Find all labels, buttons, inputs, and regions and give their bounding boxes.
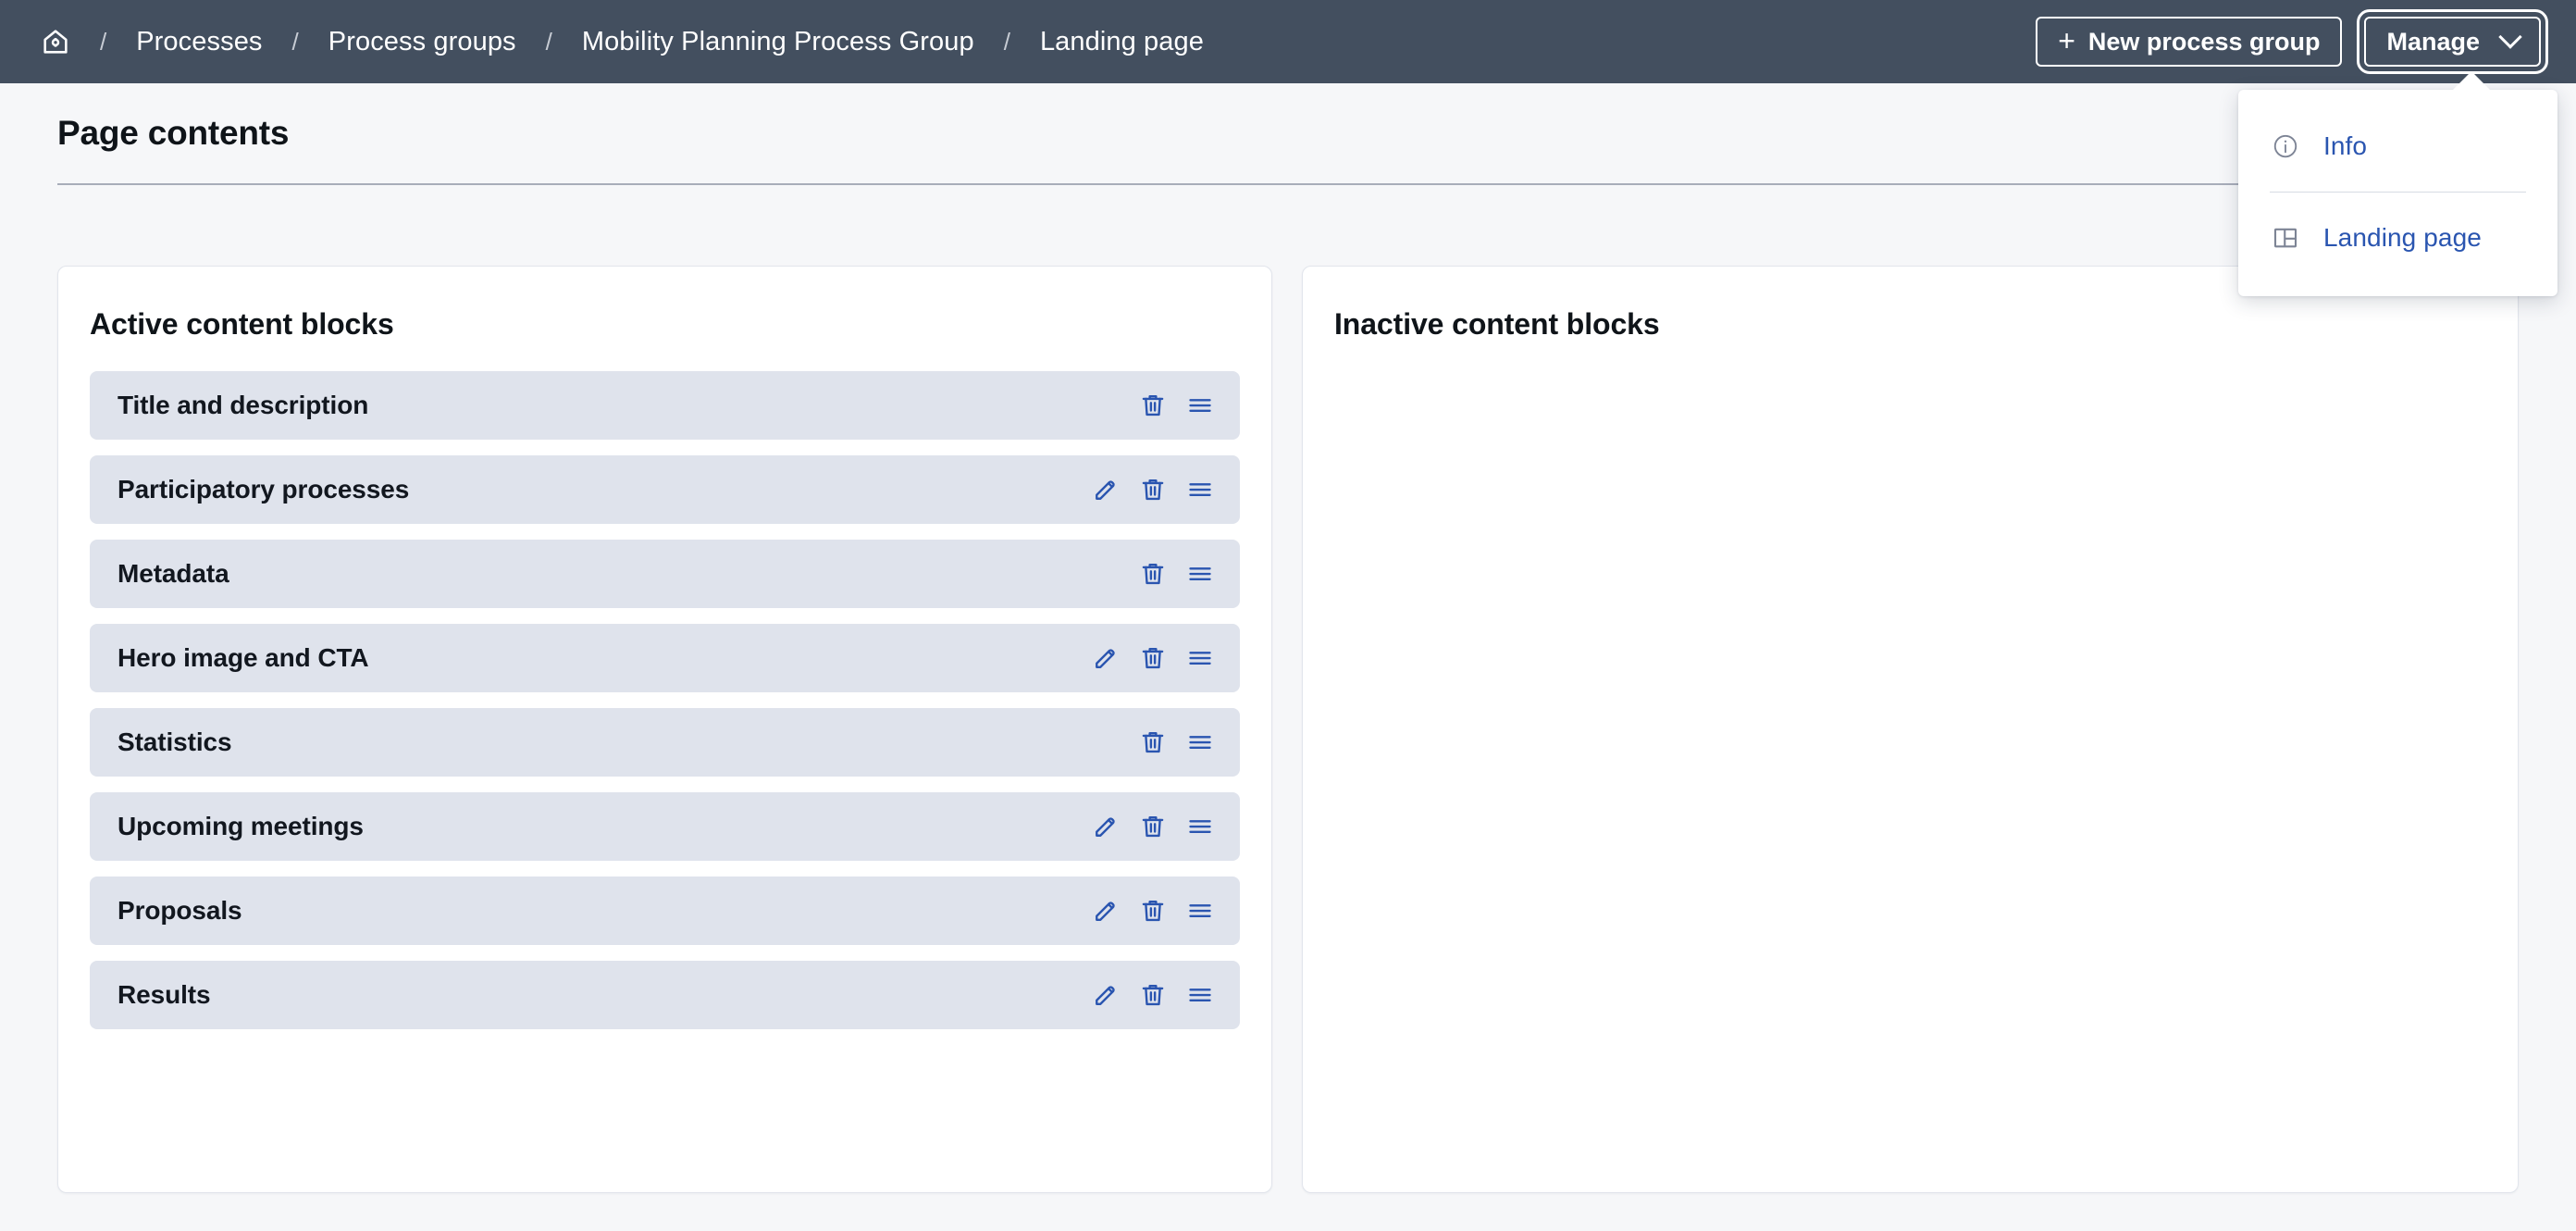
breadcrumb-separator: / — [80, 28, 127, 56]
table-row[interactable]: Results — [90, 961, 1240, 1029]
menu-item-landing-page-label: Landing page — [2323, 223, 2482, 253]
block-label: Metadata — [118, 559, 229, 589]
delete-trash-icon[interactable] — [1137, 474, 1169, 505]
drag-handle-icon[interactable] — [1184, 979, 1216, 1011]
block-label: Upcoming meetings — [118, 812, 364, 841]
breadcrumb-item-landing-page: Landing page — [1031, 21, 1213, 63]
table-row[interactable]: Title and description — [90, 371, 1240, 440]
block-actions — [1090, 642, 1216, 674]
block-label: Title and description — [118, 391, 368, 420]
plus-icon: + — [2058, 26, 2075, 56]
breadcrumb-separator: / — [272, 28, 319, 56]
chevron-down-icon — [2498, 25, 2521, 48]
edit-pencil-icon[interactable] — [1090, 642, 1121, 674]
breadcrumb-separator: / — [984, 28, 1031, 56]
table-row[interactable]: Hero image and CTA — [90, 624, 1240, 692]
active-blocks-list: Title and description Participatory proce… — [90, 371, 1240, 1029]
delete-trash-icon[interactable] — [1137, 727, 1169, 758]
inactive-content-blocks-panel: Inactive content blocks — [1302, 266, 2519, 1193]
block-label: Participatory processes — [118, 475, 409, 504]
block-label: Proposals — [118, 896, 242, 926]
table-row[interactable]: Metadata — [90, 540, 1240, 608]
block-actions — [1090, 474, 1216, 505]
new-process-group-label: New process group — [2088, 28, 2321, 56]
active-panel-title: Active content blocks — [90, 307, 1240, 342]
content-columns: Active content blocks Title and descript… — [0, 266, 2576, 1193]
page-header: Page contents — [0, 83, 2576, 185]
menu-item-info-label: Info — [2323, 131, 2367, 161]
info-circle-icon — [2270, 131, 2301, 162]
menu-divider — [2270, 192, 2526, 193]
delete-trash-icon[interactable] — [1137, 390, 1169, 421]
drag-handle-icon[interactable] — [1184, 390, 1216, 421]
table-row[interactable]: Upcoming meetings — [90, 792, 1240, 861]
table-row[interactable]: Statistics — [90, 708, 1240, 777]
edit-pencil-icon[interactable] — [1090, 979, 1121, 1011]
breadcrumb-item-process-groups[interactable]: Process groups — [319, 21, 526, 63]
manage-label: Manage — [2386, 28, 2480, 56]
edit-pencil-icon[interactable] — [1090, 474, 1121, 505]
drag-handle-icon[interactable] — [1184, 727, 1216, 758]
delete-trash-icon[interactable] — [1137, 642, 1169, 674]
breadcrumb-item-mobility-planning-process-group[interactable]: Mobility Planning Process Group — [573, 21, 984, 63]
block-actions — [1090, 979, 1216, 1011]
edit-pencil-icon[interactable] — [1090, 811, 1121, 842]
table-row[interactable]: Proposals — [90, 877, 1240, 945]
page-title: Page contents — [57, 114, 289, 153]
block-actions — [1137, 558, 1216, 590]
home-gear-icon[interactable] — [35, 21, 76, 62]
delete-trash-icon[interactable] — [1137, 811, 1169, 842]
drag-handle-icon[interactable] — [1184, 474, 1216, 505]
delete-trash-icon[interactable] — [1137, 895, 1169, 926]
drag-handle-icon[interactable] — [1184, 895, 1216, 926]
drag-handle-icon[interactable] — [1184, 811, 1216, 842]
block-actions — [1090, 811, 1216, 842]
layout-grid-icon — [2270, 222, 2301, 254]
breadcrumb-item-processes[interactable]: Processes — [127, 21, 271, 63]
block-actions — [1137, 727, 1216, 758]
breadcrumb: / Processes / Process groups / Mobility … — [35, 21, 2036, 63]
edit-pencil-icon[interactable] — [1090, 895, 1121, 926]
new-process-group-button[interactable]: + New process group — [2036, 17, 2342, 67]
manage-dropdown-menu: Info Landing page — [2238, 90, 2557, 296]
drag-handle-icon[interactable] — [1184, 642, 1216, 674]
delete-trash-icon[interactable] — [1137, 979, 1169, 1011]
topbar-actions: + New process group Manage — [2036, 17, 2541, 67]
table-row[interactable]: Participatory processes — [90, 455, 1240, 524]
menu-item-info[interactable]: Info — [2238, 118, 2557, 175]
drag-handle-icon[interactable] — [1184, 558, 1216, 590]
block-actions — [1137, 390, 1216, 421]
block-label: Results — [118, 980, 210, 1010]
top-navigation-bar: / Processes / Process groups / Mobility … — [0, 0, 2576, 83]
breadcrumb-separator: / — [526, 28, 573, 56]
menu-item-landing-page[interactable]: Landing page — [2238, 209, 2557, 267]
block-label: Hero image and CTA — [118, 643, 369, 673]
block-label: Statistics — [118, 727, 232, 757]
active-content-blocks-panel: Active content blocks Title and descript… — [57, 266, 1272, 1193]
manage-button[interactable]: Manage — [2364, 17, 2541, 67]
inactive-panel-title: Inactive content blocks — [1334, 307, 2486, 342]
delete-trash-icon[interactable] — [1137, 558, 1169, 590]
block-actions — [1090, 895, 1216, 926]
